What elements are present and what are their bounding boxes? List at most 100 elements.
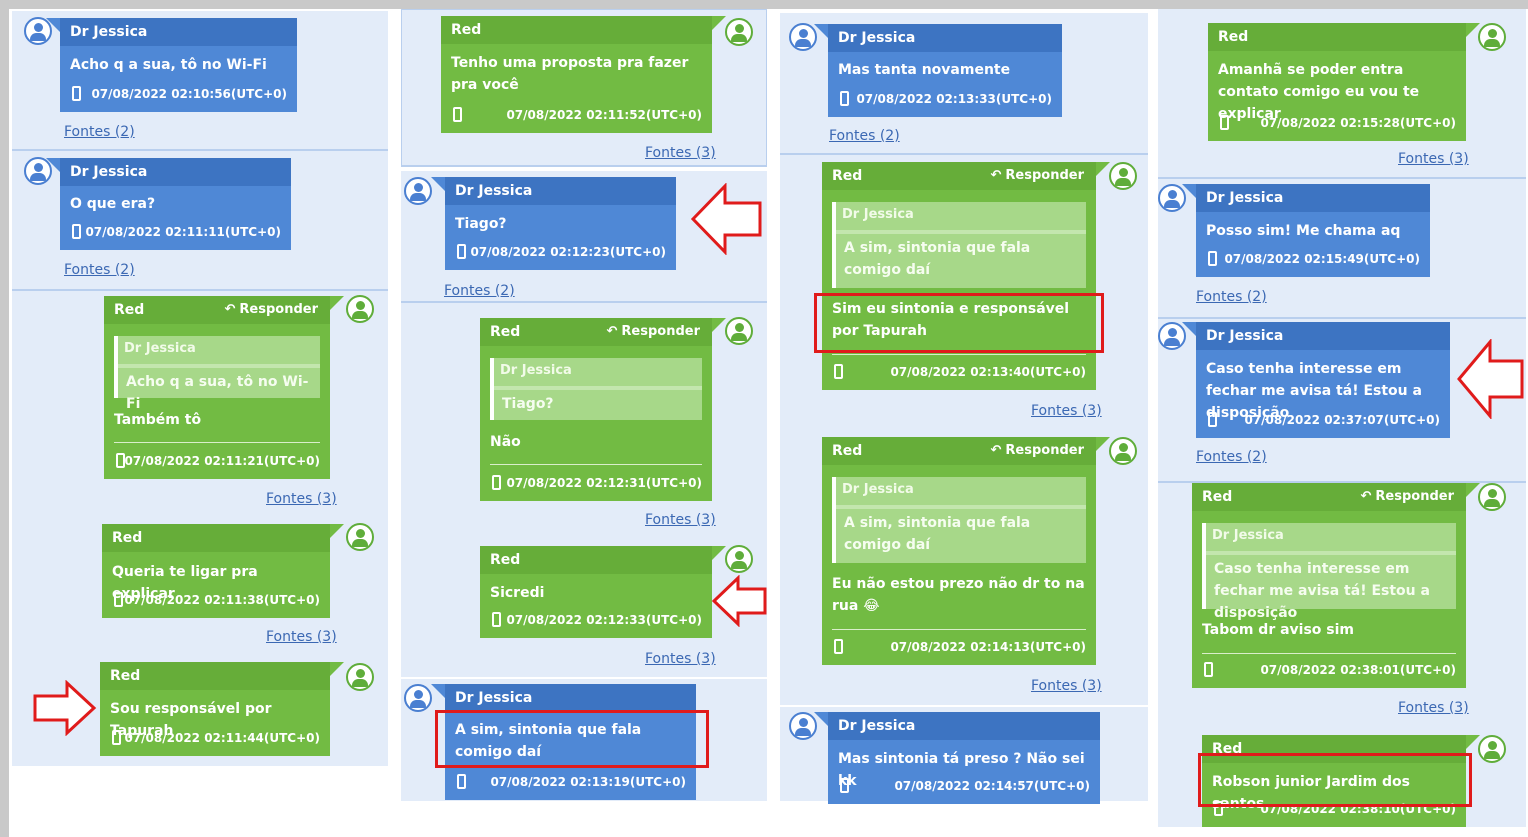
reply-button[interactable]: ↶ Responder bbox=[225, 302, 319, 317]
message-timestamp: 07/08/2022 02:10:56(UTC+0) bbox=[91, 87, 287, 101]
sources-link[interactable]: Fontes (2) bbox=[1196, 289, 1267, 305]
sources-link[interactable]: Fontes (3) bbox=[1031, 403, 1102, 419]
message-timestamp: 07/08/2022 02:13:19(UTC+0) bbox=[490, 775, 686, 789]
sender-name: Red bbox=[114, 302, 145, 318]
sender-name: Red bbox=[1218, 29, 1249, 45]
message-bubble-incoming[interactable]: Dr Jessica Mas sintonia tá preso ? Não s… bbox=[814, 712, 1100, 804]
chat-column-3: Dr Jessica Mas tanta novamente 07/08/202… bbox=[780, 9, 1150, 837]
sources-link[interactable]: Fontes (2) bbox=[64, 124, 135, 140]
message-bubble-outgoing[interactable]: Red ↶ Responder Dr Jessica Acho q a sua, t… bbox=[104, 296, 344, 479]
highlight-box bbox=[1198, 753, 1472, 807]
sender-name: Dr Jessica bbox=[70, 164, 148, 180]
message-text: Sicredi bbox=[490, 585, 545, 601]
sender-name: Red bbox=[110, 668, 141, 684]
sender-name: Red bbox=[832, 443, 863, 459]
message-timestamp: 07/08/2022 02:13:40(UTC+0) bbox=[890, 365, 1086, 379]
phone-icon bbox=[1208, 251, 1217, 266]
phone-icon bbox=[834, 364, 843, 379]
reply-arrow-icon: ↶ bbox=[224, 302, 236, 317]
quoted-text: A sim, sintonia que fala comigo daí bbox=[844, 240, 1031, 278]
message-timestamp: 07/08/2022 02:15:28(UTC+0) bbox=[1260, 116, 1456, 130]
phone-icon bbox=[840, 778, 849, 793]
quoted-message[interactable]: Dr Jessica Acho q a sua, tô no Wi-Fi bbox=[114, 336, 320, 412]
phone-icon bbox=[1220, 115, 1229, 130]
message-timestamp: 07/08/2022 02:38:01(UTC+0) bbox=[1260, 663, 1456, 677]
message-bubble-outgoing[interactable]: Red Sou responsável por Tapurah 07/08/20… bbox=[100, 662, 344, 756]
sources-link[interactable]: Fontes (2) bbox=[444, 283, 515, 299]
message-text: Não bbox=[490, 434, 521, 450]
message-bubble-outgoing[interactable]: Red ↶ Responder Dr Jessica Caso tenha inte… bbox=[1192, 483, 1480, 688]
sources-link[interactable]: Fontes (3) bbox=[645, 145, 716, 161]
highlight-box bbox=[814, 293, 1104, 353]
quoted-message[interactable]: Dr Jessica A sim, sintonia que fala comi… bbox=[832, 202, 1086, 288]
sources-link[interactable]: Fontes (3) bbox=[645, 512, 716, 528]
sources-link[interactable]: Fontes (3) bbox=[266, 491, 337, 507]
message-bubble-incoming[interactable]: Dr Jessica Mas tanta novamente 07/08/202… bbox=[814, 24, 1062, 117]
message-bubble-incoming[interactable]: Dr Jessica Tiago? 07/08/2022 02:12:23(UT… bbox=[431, 177, 676, 270]
reply-button[interactable]: ↶ Responder bbox=[991, 443, 1085, 458]
message-timestamp: 07/08/2022 02:14:57(UTC+0) bbox=[894, 779, 1090, 793]
message-bubble-outgoing[interactable]: Red Sicredi 07/08/2022 02:12:33(UTC+0) bbox=[480, 546, 726, 638]
phone-icon bbox=[1204, 662, 1213, 677]
quoted-text: Tiago? bbox=[502, 396, 554, 412]
sender-name: Red bbox=[490, 552, 521, 568]
contact-avatar bbox=[404, 684, 432, 712]
reply-button[interactable]: ↶ Responder bbox=[607, 324, 701, 339]
reply-arrow-icon: ↶ bbox=[990, 168, 1002, 183]
user-avatar bbox=[1478, 23, 1506, 51]
chat-column-4: Red Amanhã se poder entra contato comigo… bbox=[1158, 9, 1528, 837]
message-bubble-incoming[interactable]: Dr Jessica Posso sim! Me chama aq 07/08/… bbox=[1182, 184, 1430, 277]
sender-name: Dr Jessica bbox=[838, 718, 916, 734]
contact-avatar bbox=[789, 23, 817, 51]
screenshot-border-top bbox=[0, 0, 1528, 9]
user-avatar bbox=[346, 523, 374, 551]
message-timestamp: 07/08/2022 02:14:13(UTC+0) bbox=[890, 640, 1086, 654]
sources-link[interactable]: Fontes (2) bbox=[1196, 449, 1267, 465]
message-timestamp: 07/08/2022 02:11:52(UTC+0) bbox=[506, 108, 702, 122]
phone-icon bbox=[112, 730, 121, 745]
message-text: Tabom dr aviso sim bbox=[1202, 622, 1355, 638]
message-bubble-outgoing[interactable]: Red ↶ Responder Dr Jessica Tiago? Não 07/0… bbox=[480, 318, 726, 501]
message-bubble-incoming[interactable]: Dr Jessica Caso tenha interesse em fecha… bbox=[1182, 322, 1450, 438]
reply-arrow-icon: ↶ bbox=[606, 324, 618, 339]
message-bubble-incoming[interactable]: Dr Jessica Acho q a sua, tô no Wi-Fi 07/… bbox=[46, 18, 297, 112]
quoted-message[interactable]: Dr Jessica Caso tenha interesse em fecha… bbox=[1202, 523, 1456, 621]
sender-name: Dr Jessica bbox=[455, 183, 533, 199]
sources-link[interactable]: Fontes (3) bbox=[1398, 700, 1469, 716]
user-avatar bbox=[346, 663, 374, 691]
sources-link[interactable]: Fontes (2) bbox=[829, 128, 900, 144]
sources-link[interactable]: Fontes (3) bbox=[266, 629, 337, 645]
sender-name: Red bbox=[490, 324, 521, 340]
sources-link[interactable]: Fontes (3) bbox=[1398, 151, 1469, 167]
sources-link[interactable]: Fontes (3) bbox=[1031, 678, 1102, 694]
quoted-sender: Dr Jessica bbox=[124, 341, 196, 356]
reply-button[interactable]: ↶ Responder bbox=[1361, 489, 1455, 504]
message-timestamp: 07/08/2022 02:11:44(UTC+0) bbox=[124, 731, 320, 745]
message-bubble-outgoing[interactable]: Red ↶ Responder Dr Jessica A sim, sintonia… bbox=[822, 162, 1110, 390]
reply-arrow-icon: ↶ bbox=[990, 443, 1002, 458]
sender-name: Red bbox=[451, 22, 482, 38]
quoted-sender: Dr Jessica bbox=[842, 482, 914, 497]
phone-icon bbox=[492, 475, 501, 490]
user-avatar bbox=[725, 545, 753, 573]
message-timestamp: 07/08/2022 02:15:49(UTC+0) bbox=[1224, 252, 1420, 266]
contact-avatar bbox=[404, 177, 432, 205]
message-bubble-outgoing[interactable]: Red Amanhã se poder entra contato comigo… bbox=[1208, 23, 1480, 141]
message-timestamp: 07/08/2022 02:11:38(UTC+0) bbox=[124, 593, 320, 607]
sources-link[interactable]: Fontes (2) bbox=[64, 262, 135, 278]
sources-link[interactable]: Fontes (3) bbox=[645, 651, 716, 667]
highlight-box bbox=[435, 710, 709, 768]
red-arrow-right-icon bbox=[33, 680, 97, 736]
message-bubble-outgoing[interactable]: Red ↶ Responder Dr Jessica A sim, sintonia… bbox=[822, 437, 1110, 665]
quoted-message[interactable]: Dr Jessica A sim, sintonia que fala comi… bbox=[832, 477, 1086, 563]
message-bubble-outgoing[interactable]: Red Queria te ligar pra explicar 07/08/2… bbox=[102, 524, 344, 618]
message-bubble-incoming[interactable]: Dr Jessica O que era? 07/08/2022 02:11:1… bbox=[46, 158, 291, 250]
message-bubble-outgoing[interactable]: Red Tenho uma proposta pra fazer pra voc… bbox=[441, 16, 726, 133]
phone-icon bbox=[834, 639, 843, 654]
sender-name: Red bbox=[832, 168, 863, 184]
message-text: Mas tanta novamente bbox=[838, 62, 1011, 78]
reply-button[interactable]: ↶ Responder bbox=[991, 168, 1085, 183]
message-text: Posso sim! Me chama aq bbox=[1206, 223, 1401, 239]
quoted-message[interactable]: Dr Jessica Tiago? bbox=[490, 358, 702, 420]
phone-icon bbox=[72, 86, 81, 101]
